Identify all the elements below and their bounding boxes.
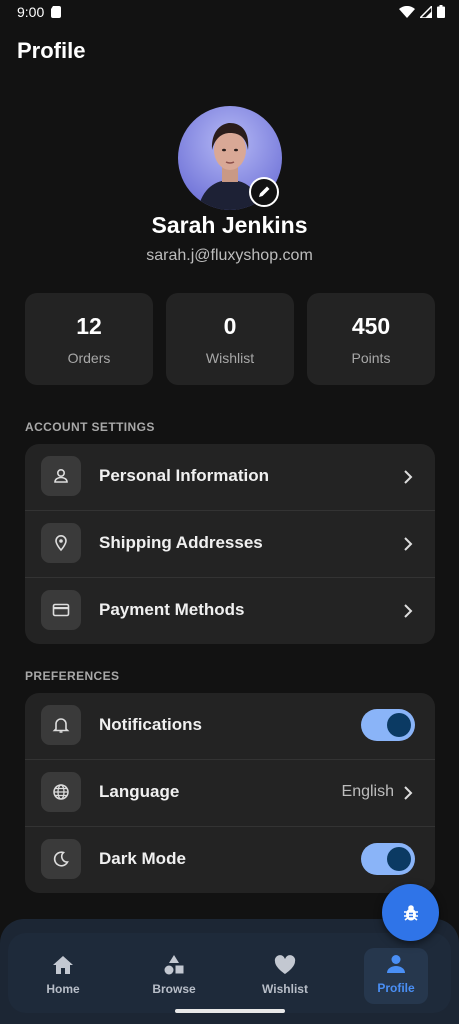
- settings-item-label: Shipping Addresses: [99, 533, 263, 552]
- nav-label: Wishlist: [262, 982, 308, 996]
- preference-item-notifications: Notifications: [25, 693, 435, 759]
- settings-item-label: Personal Information: [99, 466, 270, 485]
- nav-item-home[interactable]: Home: [31, 949, 95, 1005]
- signal-icon: [420, 5, 432, 18]
- bug-icon: [403, 904, 418, 921]
- chevron-right-icon: [404, 537, 413, 551]
- chevron-right-icon: [404, 470, 413, 484]
- settings-item-payment-methods[interactable]: Payment Methods: [25, 577, 435, 644]
- stat-label: Points: [351, 350, 391, 366]
- stat-label: Wishlist: [205, 350, 255, 366]
- settings-item-personal-information[interactable]: Personal Information: [25, 444, 435, 510]
- nav-label: Browse: [152, 982, 196, 996]
- toggle-knob: [387, 847, 411, 871]
- preference-item-label: Notifications: [99, 715, 202, 734]
- edit-avatar-button[interactable]: [249, 177, 279, 207]
- stat-value: 450: [351, 313, 391, 339]
- sim-card-icon: [51, 6, 61, 18]
- stat-card-wishlist[interactable]: 0 Wishlist: [166, 293, 294, 385]
- nav-item-profile[interactable]: Profile: [364, 948, 428, 1004]
- preference-item-label: Dark Mode: [99, 849, 186, 868]
- toggle-knob: [387, 713, 411, 737]
- nav-item-wishlist[interactable]: Wishlist: [253, 949, 317, 1005]
- settings-item-shipping-addresses[interactable]: Shipping Addresses: [25, 510, 435, 577]
- debug-fab-button[interactable]: [382, 884, 439, 941]
- preference-item-label: Language: [99, 782, 180, 801]
- account-settings-card: Personal Information Shipping Addresses …: [25, 444, 435, 644]
- notifications-toggle[interactable]: [361, 709, 415, 741]
- chevron-right-icon: [404, 786, 413, 800]
- nav-label: Profile: [377, 981, 415, 995]
- preference-item-language[interactable]: Language English: [25, 759, 435, 826]
- page-title: Profile: [17, 38, 86, 63]
- section-title-preferences: PREFERENCES: [25, 669, 120, 683]
- language-value: English: [341, 783, 394, 800]
- status-time: 9:00: [17, 4, 45, 20]
- home-icon: [31, 954, 95, 976]
- heart-icon: [253, 954, 317, 976]
- avatar-container: [178, 106, 282, 210]
- credit-card-icon: [41, 590, 81, 630]
- location-pin-icon: [41, 523, 81, 563]
- stat-label: Orders: [67, 350, 111, 366]
- stat-value: 12: [76, 313, 102, 339]
- status-bar: 9:00: [0, 0, 459, 26]
- nav-label: Home: [46, 982, 80, 996]
- person-icon: [41, 456, 81, 496]
- user-name: Sarah Jenkins: [151, 212, 308, 238]
- shapes-icon: [142, 954, 206, 976]
- battery-icon: [437, 5, 445, 18]
- moon-icon: [41, 839, 81, 879]
- chevron-right-icon: [404, 604, 413, 618]
- pencil-icon: [259, 186, 270, 197]
- globe-icon: [41, 772, 81, 812]
- bottom-navigation-bar: Home Browse Wishlist Profile: [8, 933, 451, 1013]
- status-icons: [399, 5, 445, 18]
- user-email: sarah.j@fluxyshop.com: [146, 247, 313, 264]
- preferences-card: Notifications Language English Dark Mode: [25, 693, 435, 893]
- nav-item-browse[interactable]: Browse: [142, 949, 206, 1005]
- section-title-account-settings: ACCOUNT SETTINGS: [25, 420, 155, 434]
- preference-item-dark-mode: Dark Mode: [25, 826, 435, 893]
- home-indicator[interactable]: [175, 1009, 285, 1013]
- settings-item-label: Payment Methods: [99, 600, 245, 619]
- stat-value: 0: [223, 313, 237, 339]
- stat-card-points[interactable]: 450 Points: [307, 293, 435, 385]
- stat-card-orders[interactable]: 12 Orders: [25, 293, 153, 385]
- wifi-icon: [399, 5, 415, 18]
- bell-icon: [41, 705, 81, 745]
- person-icon: [364, 953, 428, 975]
- dark-mode-toggle[interactable]: [361, 843, 415, 875]
